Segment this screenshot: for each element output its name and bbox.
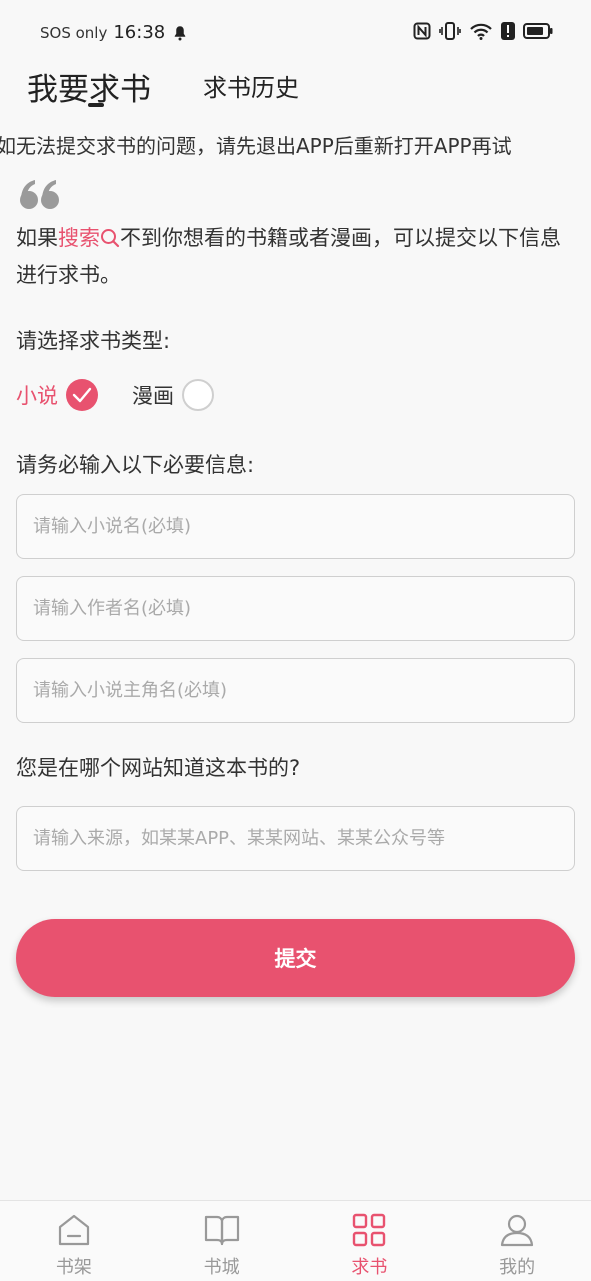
grid-icon	[353, 1213, 386, 1247]
tab-indicator	[88, 103, 104, 107]
alert-icon	[501, 22, 515, 40]
notice-marquee: 如无法提交求书的问题，请先退出APP后重新打开APP再试	[0, 128, 591, 162]
bell-icon	[174, 25, 186, 40]
nav-bookshelf-label: 书架	[55, 1257, 92, 1278]
intro-text: 如果搜索 不到你想看的书籍或者漫画，可以提交以下信息进行求书。	[16, 220, 576, 294]
status-right	[413, 22, 553, 40]
protagonist-input[interactable]	[17, 659, 574, 722]
search-link[interactable]: 搜索	[58, 226, 100, 250]
status-bar: SOS only 16:38	[0, 0, 591, 60]
book-icon	[204, 1215, 239, 1246]
nav-profile[interactable]: 我的	[443, 1201, 591, 1281]
author-input[interactable]	[17, 577, 574, 640]
nav-bookstore-label: 书城	[203, 1257, 240, 1278]
notice-text: 如无法提交求书的问题，请先退出APP后重新打开APP再试	[0, 134, 512, 158]
source-input[interactable]	[17, 807, 574, 870]
author-field[interactable]	[16, 576, 575, 641]
radio-comic[interactable]: 漫画	[132, 379, 214, 411]
quote-icon	[20, 180, 59, 209]
top-tabs: 我要求书 求书历史	[0, 60, 591, 118]
person-icon	[501, 1214, 534, 1247]
nav-request-label: 求书	[351, 1257, 388, 1278]
radio-novel-label: 小说	[16, 384, 58, 408]
type-radio-group: 小说 漫画	[16, 377, 214, 413]
nav-bookstore[interactable]: 书城	[148, 1201, 296, 1281]
intro-prefix: 如果	[16, 226, 58, 250]
protagonist-field[interactable]	[16, 658, 575, 723]
nav-request[interactable]: 求书	[296, 1201, 444, 1281]
submit-button[interactable]: 提交	[16, 919, 575, 997]
book-name-field[interactable]	[16, 494, 575, 559]
source-label: 您是在哪个网站知道这本书的?	[16, 756, 301, 780]
nfc-icon	[413, 22, 431, 40]
check-icon	[66, 379, 98, 411]
type-label: 请选择求书类型:	[16, 329, 171, 353]
nav-bookshelf[interactable]: 书架	[0, 1201, 148, 1281]
tab-request-history[interactable]: 求书历史	[203, 68, 299, 103]
book-name-input[interactable]	[17, 495, 574, 558]
home-icon	[58, 1214, 89, 1246]
vibrate-icon	[439, 22, 461, 40]
battery-icon	[523, 23, 553, 39]
bottom-nav: 书架 书城 求书 我的	[0, 1200, 591, 1281]
source-field[interactable]	[16, 806, 575, 871]
wifi-icon	[470, 23, 492, 40]
required-label: 请务必输入以下必要信息:	[16, 453, 255, 477]
radio-comic-label: 漫画	[132, 384, 174, 408]
radio-empty-icon	[182, 379, 214, 411]
search-icon[interactable]	[100, 228, 120, 248]
clock-time: 16:38	[113, 22, 166, 43]
carrier-text: SOS only	[40, 23, 108, 42]
radio-novel[interactable]: 小说	[16, 379, 98, 411]
status-left: SOS only 16:38	[40, 22, 189, 43]
nav-profile-label: 我的	[499, 1257, 536, 1278]
